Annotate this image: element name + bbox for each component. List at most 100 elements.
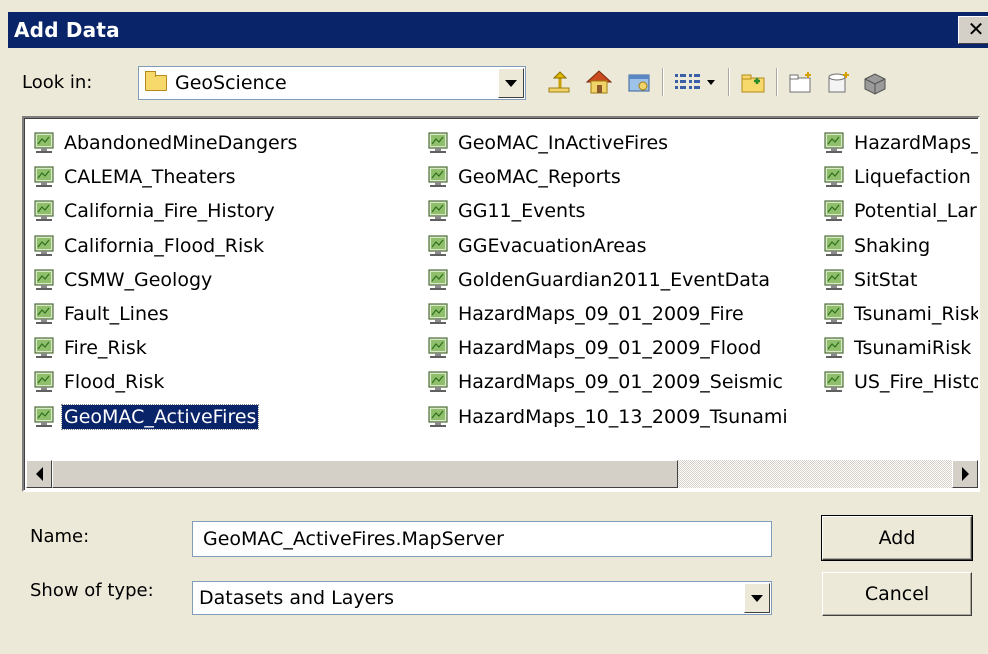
horizontal-scrollbar[interactable] [26,460,978,488]
map-service-icon [824,132,844,154]
add-button-label: Add [878,527,916,549]
list-item[interactable]: Liquefaction [822,160,978,194]
toolbar [540,64,988,100]
look-in-dropdown-arrow[interactable] [498,68,524,98]
file-list-column-3: HazardMaps_ Liquefaction Potential_Lar Shak… [822,126,980,400]
list-item[interactable]: Shaking [822,229,978,263]
list-item[interactable]: GG11_Events [426,194,790,228]
close-icon: ✕ [967,17,985,41]
list-item-label: HazardMaps_09_01_2009_Fire [458,303,744,326]
map-service-icon [824,269,844,290]
map-service-icon [824,303,844,325]
catalog-icon [628,74,650,92]
list-item[interactable]: HazardMaps_09_01_2009_Seismic [426,365,790,399]
list-item-label: US_Fire_Histo [854,371,980,394]
home-icon [585,70,613,94]
folder-icon [145,71,167,91]
list-item[interactable]: California_Flood_Risk [32,229,299,263]
map-service-icon [824,337,844,359]
list-item[interactable]: TsunamiRisk [822,331,978,365]
list-item[interactable]: HazardMaps_09_01_2009_Flood [426,331,790,365]
list-item[interactable]: GeoMAC_ActiveFires [32,400,299,434]
file-list-column-2: GeoMAC_InActiveFires GeoMAC_Reports GG11_E… [426,126,790,434]
list-item[interactable]: Fire_Risk [32,331,299,365]
list-item[interactable]: GeoMAC_Reports [426,160,790,194]
list-item[interactable]: HazardMaps_10_13_2009_Tsunami [426,400,790,434]
map-service-icon [824,200,844,222]
map-service-icon [428,303,448,325]
list-item[interactable]: Tsunami_Risk [822,297,980,331]
name-input[interactable]: GeoMAC_ActiveFires.MapServer [192,521,772,557]
list-item-label: GeoMAC_InActiveFires [458,132,669,155]
map-service-icon [34,303,54,325]
up-one-level-button[interactable] [542,64,576,100]
list-item-label: HazardMaps_10_13_2009_Tsunami [458,405,788,428]
look-in-label: Look in: [22,72,93,93]
connect-folder-icon [741,74,765,93]
list-item-label: AbandonedMineDangers [64,132,298,155]
list-item[interactable]: AbandonedMineDangers [32,126,299,160]
list-item-label: HazardMaps_09_01_2009_Flood [458,337,762,360]
map-service-icon [428,337,448,359]
list-item-label: California_Fire_History [64,200,275,223]
list-item-label: Tsunami_Risk [854,303,980,326]
list-item[interactable]: US_Fire_Histo [822,365,980,399]
view-menu-button[interactable] [670,64,720,100]
list-item-label: GG11_Events [458,200,586,223]
scroll-thumb[interactable] [52,460,678,488]
map-service-icon [428,371,448,393]
list-item-label: TsunamiRisk [854,337,972,360]
list-item[interactable]: California_Fire_History [32,194,299,228]
cancel-button[interactable]: Cancel [822,572,972,616]
new-folder-icon [789,72,811,93]
type-dropdown-arrow[interactable] [744,583,770,613]
list-item[interactable]: CALEMA_Theaters [32,160,299,194]
list-item[interactable]: GeoMAC_InActiveFires [426,126,790,160]
list-item-label: GeoMAC_ActiveFires [60,403,260,430]
catalog-button[interactable] [622,64,656,100]
new-folder-button[interactable] [784,64,818,100]
list-item[interactable]: HazardMaps_ [822,126,980,160]
scroll-right-button[interactable] [952,460,978,488]
look-in-combo[interactable]: GeoScience [138,66,526,100]
list-item[interactable]: HazardMaps_09_01_2009_Fire [426,297,790,331]
list-item[interactable]: GGEvacuationAreas [426,229,790,263]
list-item[interactable]: Potential_Lar [822,194,978,228]
list-item-label: GGEvacuationAreas [458,234,647,257]
add-button[interactable]: Add [821,515,973,561]
new-shapefile-button[interactable] [858,64,892,100]
list-item-label: GoldenGuardian2011_EventData [458,268,770,291]
new-shapefile-icon [864,73,886,95]
close-button[interactable]: ✕ [958,16,988,44]
look-in-value: GeoScience [175,72,287,94]
list-item-label: CSMW_Geology [64,268,213,291]
new-geodatabase-icon [828,72,849,93]
list-item-label: Liquefaction [854,166,971,189]
map-service-icon [34,200,54,222]
list-item[interactable]: Fault_Lines [32,297,299,331]
home-button[interactable] [582,64,616,100]
list-item-label: Flood_Risk [64,371,165,394]
map-service-icon [34,405,54,427]
type-select[interactable]: Datasets and Layers [192,581,772,615]
list-item[interactable]: CSMW_Geology [32,263,299,297]
map-service-icon [34,166,54,188]
file-list[interactable]: AbandonedMineDangers CALEMA_Theaters Calif… [22,116,980,492]
map-service-icon [34,269,54,290]
map-service-icon [428,200,448,222]
toolbar-separator [728,68,730,96]
type-select-value: Datasets and Layers [199,587,395,609]
list-item[interactable]: SitStat [822,263,978,297]
list-item-label: HazardMaps_ [854,132,980,155]
new-geodatabase-button[interactable] [822,64,856,100]
scroll-left-button[interactable] [26,460,52,488]
up-one-level-icon [548,71,570,93]
connect-folder-button[interactable] [736,64,770,100]
list-item[interactable]: GoldenGuardian2011_EventData [426,263,790,297]
map-service-icon [34,132,54,154]
list-item[interactable]: Flood_Risk [32,365,299,399]
map-service-icon [824,235,844,256]
map-service-icon [428,405,448,427]
map-service-icon [34,235,54,256]
toolbar-separator [662,68,664,96]
